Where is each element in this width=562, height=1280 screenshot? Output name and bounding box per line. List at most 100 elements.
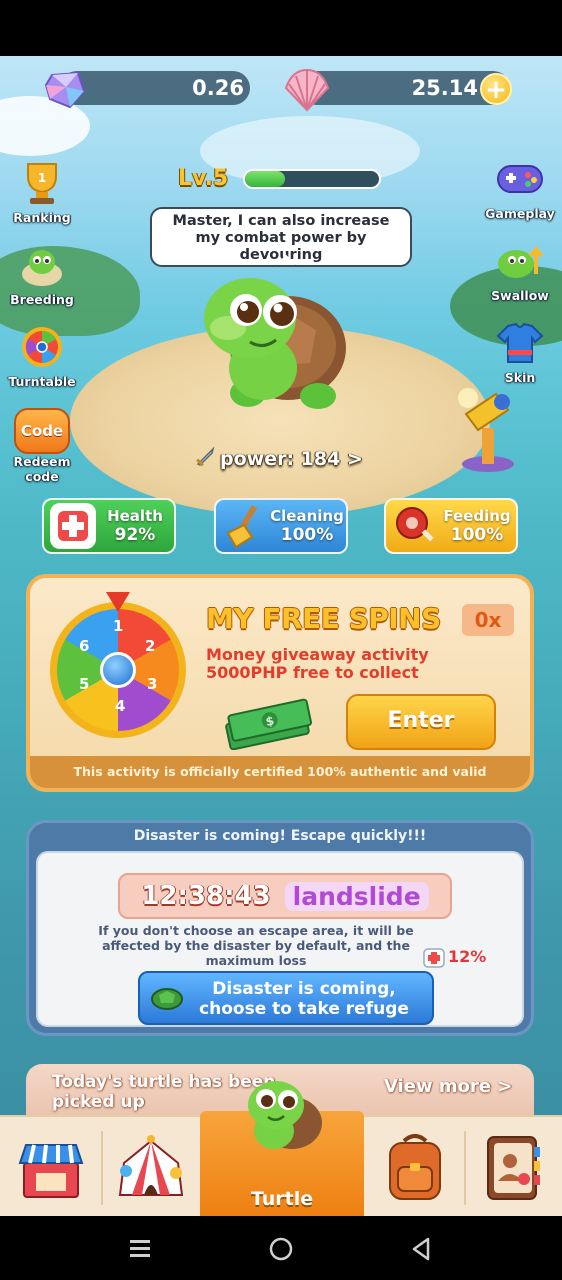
turntable-button[interactable]: Turntable: [4, 324, 80, 389]
skin-button[interactable]: Skin: [482, 320, 558, 385]
sword-icon: [194, 446, 216, 468]
wheel-number: 5: [79, 675, 90, 693]
skin-label: Skin: [504, 370, 536, 385]
refuge-line1: Disaster is coming,: [212, 979, 396, 999]
redeem-code-button[interactable]: Code Redeem code: [4, 408, 80, 484]
cleaning-stat-button[interactable]: Cleaning 100%: [214, 498, 348, 554]
brush-icon: [222, 503, 268, 549]
disaster-header: Disaster is coming! Escape quickly!!!: [133, 828, 427, 844]
lucky-wheel-icon[interactable]: 1 2 3 4 5 6: [50, 602, 186, 738]
meat-icon: [392, 503, 438, 549]
swallow-button[interactable]: Swallow: [482, 238, 558, 303]
shell-amount: 25.14: [411, 76, 478, 100]
disaster-card: Disaster is coming! Escape quickly!!! 12…: [26, 820, 534, 1036]
ranking-button[interactable]: 1 Ranking: [4, 160, 80, 225]
turtle-pet[interactable]: [188, 268, 358, 418]
pet-speech-bubble: Master, I can also increase my combat po…: [150, 207, 412, 267]
disaster-type: landslide: [284, 881, 429, 911]
cleaning-stat-text: Cleaning 100%: [268, 507, 346, 545]
free-spins-count: 0x: [462, 604, 514, 636]
first-aid-icon: [50, 503, 96, 549]
nav-profile[interactable]: [466, 1117, 562, 1216]
breeding-button[interactable]: Breeding: [4, 242, 80, 307]
wheel-number: 4: [115, 697, 126, 715]
cleaning-value: 100%: [280, 525, 334, 545]
level-progress-bar: [243, 169, 381, 189]
gem-amount: 0.26: [192, 76, 244, 100]
ranking-label: Ranking: [13, 210, 71, 225]
recent-apps-icon[interactable]: [128, 1238, 152, 1260]
baby-turtle-icon: [22, 250, 62, 286]
free-spins-desc-line1: Money giveaway activity: [206, 645, 429, 664]
circus-tent-icon: [118, 1135, 184, 1196]
code-badge-icon: Code: [14, 408, 70, 454]
turntable-label: Turntable: [8, 374, 76, 389]
cannon-decoration: [458, 388, 514, 472]
wheel-number: 2: [145, 637, 156, 655]
enter-button[interactable]: Enter: [346, 694, 496, 750]
health-stat-text: Health 92%: [96, 507, 174, 545]
trophy-icon: 1: [27, 163, 57, 204]
feeding-stat-button[interactable]: Feeding 100%: [384, 498, 518, 554]
speech-text: Master, I can also increase my combat po…: [172, 213, 390, 263]
free-spins-title: MY FREE SPINS: [206, 602, 441, 635]
wheel-number: 6: [79, 637, 90, 655]
home-icon[interactable]: [268, 1236, 294, 1262]
gem-icon: [44, 71, 86, 109]
power-link[interactable]: power: 184 >: [194, 446, 363, 470]
power-text: power: 184 >: [220, 448, 363, 470]
cleaning-label: Cleaning: [270, 507, 344, 525]
health-stat-button[interactable]: Health 92%: [42, 498, 176, 554]
system-nav-bar: [0, 1216, 562, 1280]
disaster-timer: 12:38:43 landslide: [118, 873, 452, 919]
nav-backpack[interactable]: [366, 1117, 464, 1216]
countdown-time: 12:38:43: [141, 881, 271, 911]
health-value: 92%: [114, 525, 156, 545]
gamepad-icon: [497, 165, 543, 193]
feeding-value: 100%: [450, 525, 504, 545]
wheel-hub: [100, 652, 136, 688]
shop-icon: [18, 1144, 84, 1198]
turntable-icon: [22, 327, 62, 367]
feeding-label: Feeding: [443, 507, 511, 525]
health-box-icon: [423, 948, 445, 968]
gameplay-button[interactable]: Gameplay: [482, 156, 558, 221]
free-spins-description: Money giveaway activity 5000PHP free to …: [206, 646, 429, 682]
refuge-line2: choose to take refuge: [199, 999, 409, 1019]
disaster-panel: 12:38:43 landslide If you don't choose a…: [36, 851, 524, 1027]
wheel-number: 3: [147, 675, 158, 693]
disaster-note: If you don't choose an escape area, it w…: [98, 923, 414, 968]
take-refuge-button[interactable]: Disaster is coming, choose to take refug…: [138, 971, 434, 1025]
health-label: Health: [107, 507, 163, 525]
backpack-icon: [389, 1134, 441, 1200]
level-progress-fill: [245, 171, 286, 187]
bottom-nav: Turtle: [0, 1081, 562, 1216]
code-badge-text: Code: [20, 422, 64, 440]
add-currency-button[interactable]: +: [480, 73, 512, 105]
redeem-code-label: Redeem code: [13, 454, 71, 484]
nav-circus[interactable]: [102, 1117, 200, 1216]
gem-balance: 0.26: [60, 71, 250, 105]
cash-stack-icon: $: [225, 698, 312, 750]
nav-turtle-label: Turtle: [250, 1188, 314, 1210]
free-spins-desc-line2: 5000PHP free to collect: [206, 663, 419, 682]
feeding-stat-text: Feeding 100%: [438, 507, 516, 545]
contacts-book-icon: [487, 1136, 540, 1200]
shell-icon: [284, 68, 330, 112]
turtle-tab-icon: [248, 1081, 322, 1149]
breeding-label: Breeding: [10, 292, 74, 307]
nav-shop[interactable]: [0, 1117, 100, 1216]
nav-turtle-tab[interactable]: Turtle: [200, 1081, 364, 1216]
back-icon[interactable]: [410, 1236, 432, 1262]
free-spins-card: 1 2 3 4 5 6 MY FREE SPINS 0x Money givea…: [26, 574, 534, 792]
gameplay-label: Gameplay: [485, 206, 555, 221]
wheel-pointer-icon: [106, 592, 130, 612]
view-more-link[interactable]: View more >: [384, 1076, 512, 1097]
swallow-label: Swallow: [491, 288, 549, 303]
swallow-icon: [498, 245, 544, 278]
level-label: Lv.5: [178, 166, 229, 191]
skin-shirt-icon: [496, 322, 544, 363]
wheel-number: 1: [113, 617, 124, 635]
svg-text:1: 1: [38, 171, 46, 185]
turtle-shell-icon: [151, 988, 183, 1010]
